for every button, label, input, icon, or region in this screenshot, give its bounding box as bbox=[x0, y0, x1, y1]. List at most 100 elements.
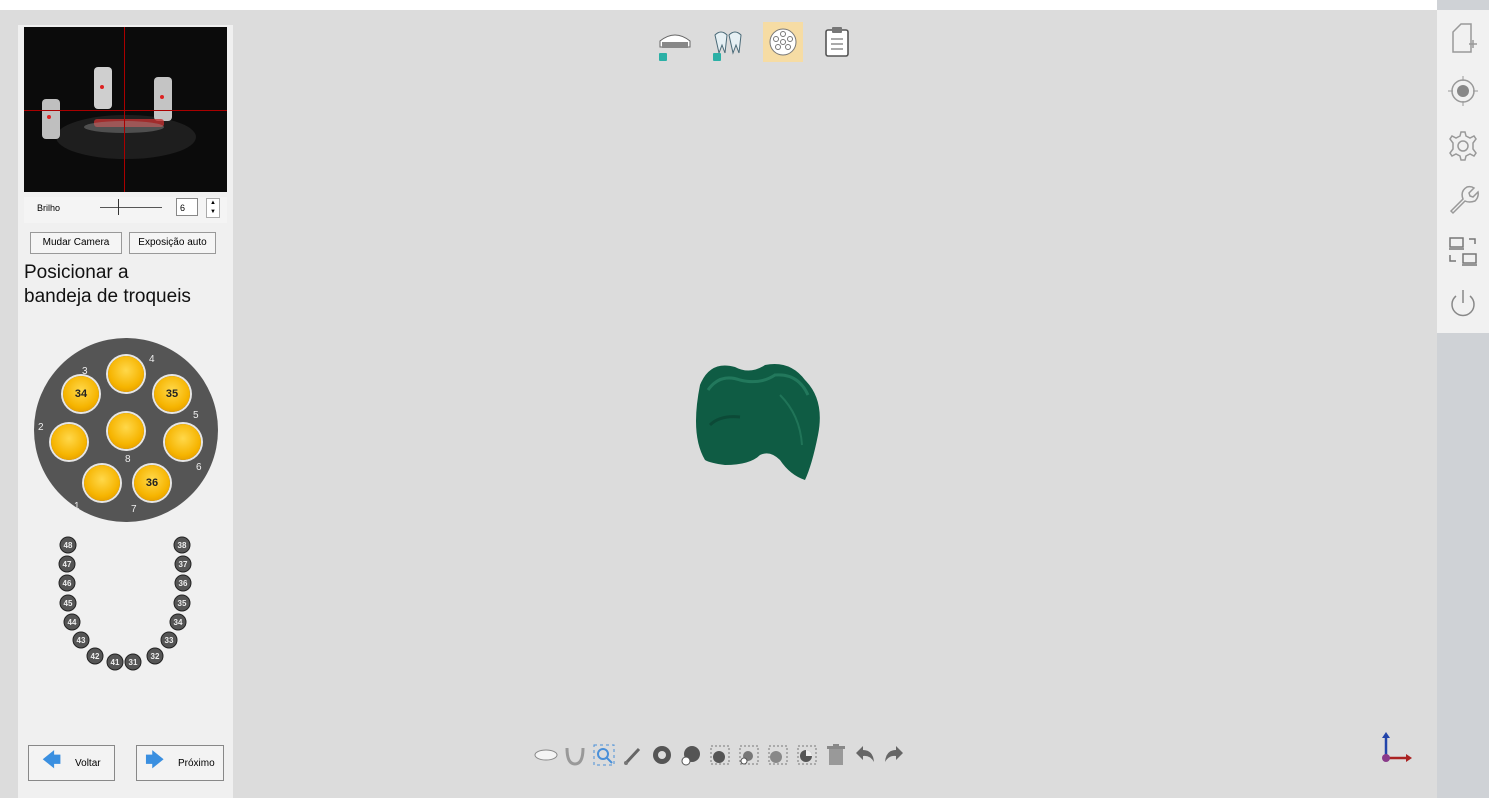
instruction-text: Posicionar a bandeja de troqueis bbox=[24, 261, 230, 309]
step-report[interactable] bbox=[817, 22, 857, 62]
tray-slot-7[interactable]: 36 bbox=[134, 465, 170, 501]
next-button-label: Próximo bbox=[177, 757, 215, 769]
select-inside-icon[interactable] bbox=[766, 743, 790, 767]
view-toolbar bbox=[534, 740, 906, 770]
tray-position-label: 5 bbox=[193, 410, 199, 421]
svg-text:34: 34 bbox=[174, 618, 183, 627]
crosshair-vertical bbox=[124, 27, 125, 192]
lower-jaw-view-icon[interactable] bbox=[563, 743, 587, 767]
tooth-34[interactable]: 34 bbox=[169, 613, 187, 631]
svg-text:36: 36 bbox=[179, 579, 188, 588]
svg-text:48: 48 bbox=[64, 541, 73, 550]
tray-slot-6[interactable] bbox=[165, 424, 201, 460]
checked-icon bbox=[713, 53, 721, 61]
tray-slot-3[interactable]: 34 bbox=[63, 376, 99, 412]
tray-position-label: 7 bbox=[131, 504, 137, 515]
instruction-line-1: Posicionar a bbox=[24, 262, 129, 283]
step-die-tray[interactable] bbox=[763, 22, 803, 62]
layout-switch-icon[interactable] bbox=[1447, 235, 1479, 267]
arrow-right-icon: 🡆 bbox=[145, 750, 164, 770]
svg-text:44: 44 bbox=[68, 618, 77, 627]
svg-text:41: 41 bbox=[111, 658, 120, 667]
checked-icon bbox=[659, 53, 667, 61]
tooth-37[interactable]: 37 bbox=[174, 555, 192, 573]
tray-position-label: 4 bbox=[149, 354, 155, 365]
tray-position-label: 1 bbox=[74, 501, 80, 512]
tooth-38[interactable]: 38 bbox=[173, 536, 191, 554]
tooth-42[interactable]: 42 bbox=[86, 647, 104, 665]
window-top-edge bbox=[0, 0, 1489, 10]
tray-position-label: 8 bbox=[125, 454, 131, 465]
tooth-32[interactable]: 32 bbox=[146, 647, 164, 665]
svg-text:47: 47 bbox=[63, 560, 72, 569]
next-button[interactable]: 🡆 Próximo bbox=[136, 745, 224, 781]
undo-icon[interactable] bbox=[853, 743, 877, 767]
lower-arch-chart: 48 47 46 45 44 43 42 41 38 37 36 35 34 3… bbox=[58, 536, 192, 671]
tooth-43[interactable]: 43 bbox=[72, 631, 90, 649]
invert-selection-icon[interactable] bbox=[795, 743, 819, 767]
svg-text:43: 43 bbox=[77, 636, 86, 645]
tooth-36[interactable]: 36 bbox=[174, 574, 192, 592]
arrow-left-icon: 🡄 bbox=[42, 750, 62, 770]
select-box-icon[interactable] bbox=[708, 743, 732, 767]
redo-icon[interactable] bbox=[882, 743, 906, 767]
tray-slot-2[interactable] bbox=[51, 424, 87, 460]
die-tray: 34 35 36 1 2 3 4 5 6 7 8 bbox=[34, 338, 218, 522]
clipboard-icon bbox=[825, 27, 849, 57]
tray-slot-1[interactable] bbox=[84, 465, 120, 501]
die-tray-icon bbox=[769, 28, 797, 56]
tooth-35[interactable]: 35 bbox=[173, 594, 191, 612]
tooth-46[interactable]: 46 bbox=[58, 574, 76, 592]
brightness-slider[interactable] bbox=[100, 207, 162, 208]
zoom-fit-icon[interactable] bbox=[592, 743, 616, 767]
scanned-die-model[interactable] bbox=[680, 355, 830, 495]
gear-icon[interactable] bbox=[1447, 130, 1479, 162]
upper-jaw-view-icon[interactable] bbox=[534, 743, 558, 767]
svg-text:31: 31 bbox=[129, 658, 138, 667]
calibration-icon[interactable] bbox=[1447, 75, 1479, 107]
back-button[interactable]: 🡄 Voltar bbox=[28, 745, 115, 781]
deselect-region-icon[interactable] bbox=[679, 743, 703, 767]
wrench-icon[interactable] bbox=[1447, 183, 1479, 215]
svg-text:37: 37 bbox=[179, 560, 188, 569]
tray-slot-4[interactable] bbox=[108, 356, 144, 392]
deselect-box-icon[interactable] bbox=[737, 743, 761, 767]
svg-text:35: 35 bbox=[178, 599, 187, 608]
svg-text:46: 46 bbox=[63, 579, 72, 588]
tooth-47[interactable]: 47 bbox=[58, 555, 76, 573]
new-file-icon[interactable] bbox=[1447, 22, 1479, 54]
power-icon[interactable] bbox=[1447, 288, 1479, 320]
tooth-31[interactable]: 31 bbox=[124, 653, 142, 671]
right-sidebar bbox=[1437, 10, 1489, 333]
brush-icon[interactable] bbox=[621, 743, 645, 767]
select-region-icon[interactable] bbox=[650, 743, 674, 767]
svg-text:38: 38 bbox=[178, 541, 187, 550]
svg-text:45: 45 bbox=[64, 599, 73, 608]
trash-icon[interactable] bbox=[824, 743, 848, 767]
svg-text:33: 33 bbox=[165, 636, 174, 645]
tooth-48[interactable]: 48 bbox=[59, 536, 77, 554]
change-camera-button[interactable]: Mudar Camera bbox=[30, 232, 122, 254]
svg-text:32: 32 bbox=[151, 652, 160, 661]
tooth-33[interactable]: 33 bbox=[160, 631, 178, 649]
tray-slot-5[interactable]: 35 bbox=[154, 376, 190, 412]
auto-exposure-button[interactable]: Exposição auto bbox=[129, 232, 216, 254]
step-upper-jaw[interactable] bbox=[655, 22, 695, 62]
brightness-value-input[interactable]: 6 bbox=[176, 198, 198, 216]
brightness-spinner[interactable]: ▲ ▼ bbox=[206, 198, 220, 218]
instruction-line-2: bandeja de troqueis bbox=[24, 286, 191, 307]
brightness-slider-thumb[interactable] bbox=[118, 199, 119, 215]
brightness-control: Brilho 6 ▲ ▼ bbox=[24, 197, 227, 223]
axis-gizmo bbox=[1382, 732, 1412, 762]
tooth-44[interactable]: 44 bbox=[63, 613, 81, 631]
tray-position-label: 6 bbox=[196, 462, 202, 473]
step-teeth[interactable] bbox=[709, 22, 749, 62]
tooth-41[interactable]: 41 bbox=[106, 653, 124, 671]
tooth-45[interactable]: 45 bbox=[59, 594, 77, 612]
crosshair-horizontal bbox=[24, 110, 227, 111]
svg-text:42: 42 bbox=[91, 652, 100, 661]
back-button-label: Voltar bbox=[75, 757, 101, 769]
camera-preview bbox=[24, 27, 227, 192]
tray-slot-8[interactable] bbox=[108, 413, 144, 449]
tray-position-label: 3 bbox=[82, 366, 88, 377]
